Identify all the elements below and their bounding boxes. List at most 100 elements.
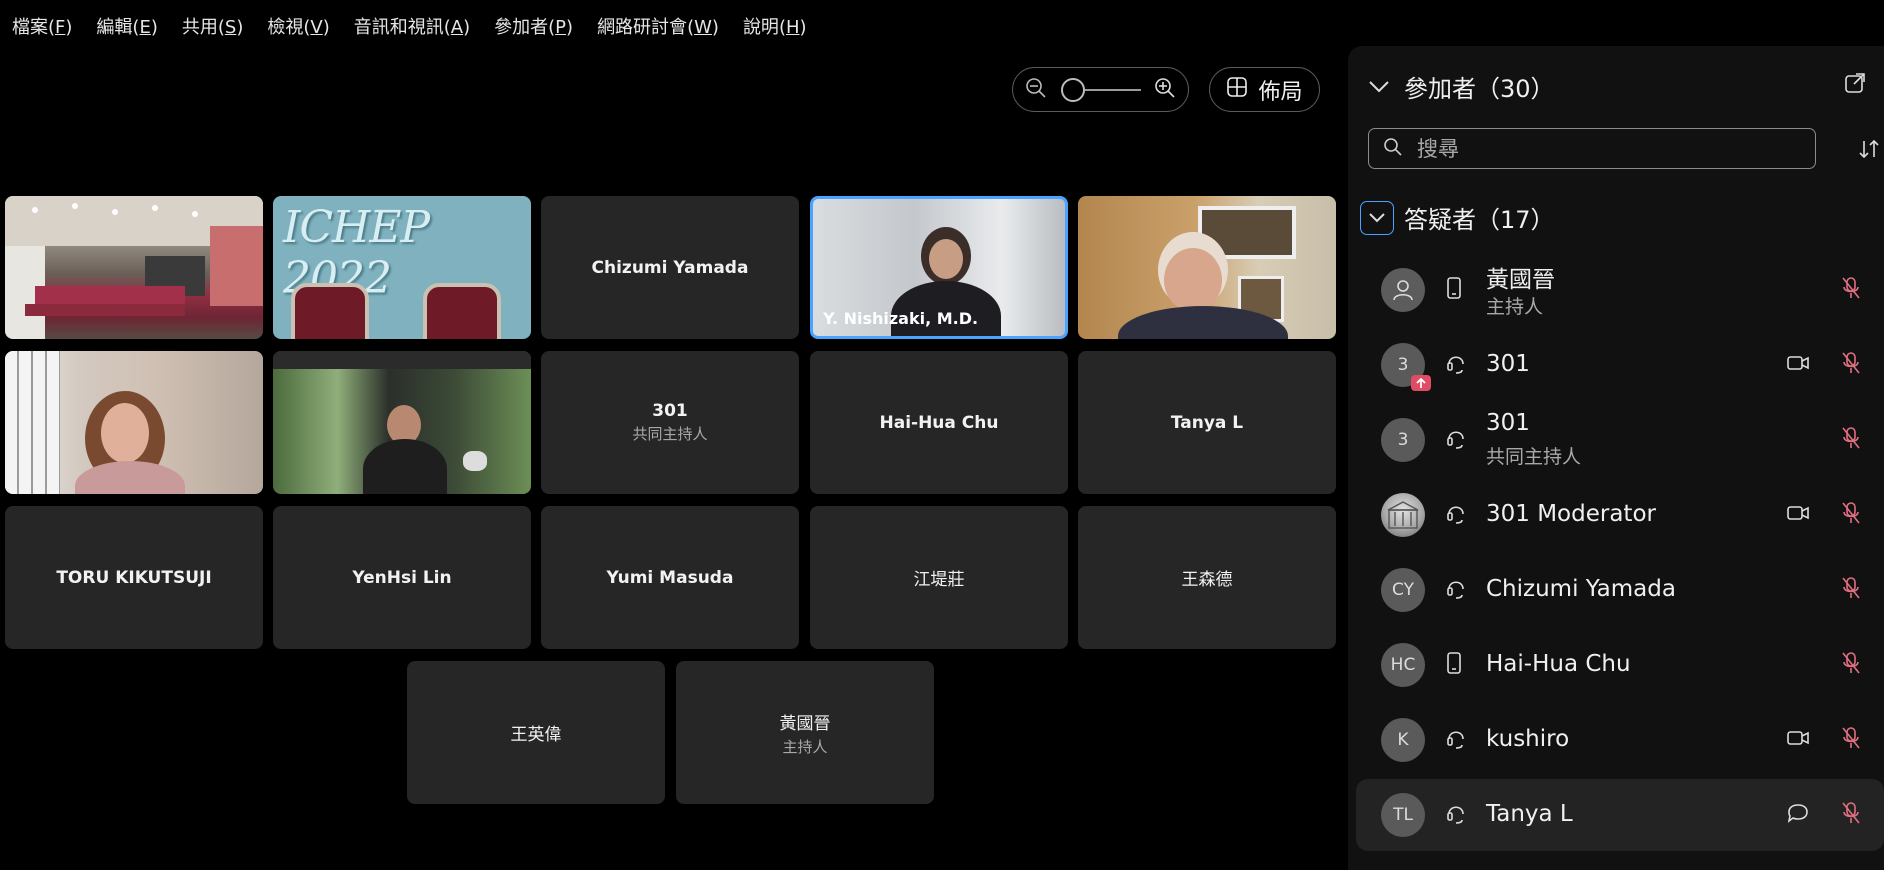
menu-webinar[interactable]: 網路研討會(W) bbox=[597, 13, 719, 39]
section-title: 答疑者（17） bbox=[1404, 206, 1555, 234]
video-tile-y-nishizaki[interactable]: Y. Nishizaki, M.D. bbox=[810, 196, 1068, 339]
participant-name: 301 Moderator bbox=[1486, 501, 1656, 527]
collapse-panel-chevron-icon[interactable] bbox=[1368, 72, 1390, 100]
participant-row[interactable]: CY Chizumi Yamada bbox=[1356, 554, 1884, 626]
video-tile-woman[interactable] bbox=[5, 351, 263, 494]
muted-mic-icon[interactable] bbox=[1840, 426, 1862, 454]
participant-role: 共同主持人 bbox=[1486, 446, 1582, 468]
tile-name: 王森德 bbox=[1181, 570, 1233, 590]
participant-tile-tanya-l[interactable]: Tanya L bbox=[1078, 351, 1336, 494]
participant-tile-yenhsi-lin[interactable]: YenHsi Lin bbox=[273, 506, 531, 649]
menu-audio-video[interactable]: 音訊和視訊(A) bbox=[354, 13, 470, 39]
participant-name: 301 bbox=[1486, 410, 1530, 436]
avatar: K bbox=[1381, 718, 1425, 762]
body bbox=[363, 439, 447, 494]
participant-row[interactable]: K kushiro bbox=[1356, 704, 1884, 776]
participant-name: 黃國晉 bbox=[1486, 267, 1555, 293]
layout-button[interactable]: 佈局 bbox=[1209, 67, 1320, 112]
avatar: CY bbox=[1381, 568, 1425, 612]
tile-name: Chizumi Yamada bbox=[591, 257, 749, 278]
participant-row[interactable]: HC Hai-Hua Chu bbox=[1356, 629, 1884, 701]
muted-mic-icon[interactable] bbox=[1840, 351, 1862, 379]
headset-icon bbox=[1446, 502, 1466, 528]
search-input[interactable] bbox=[1415, 135, 1799, 162]
tile-name: Tanya L bbox=[1170, 412, 1244, 433]
avatar-initials: 3 bbox=[1397, 430, 1409, 450]
participant-tile-hai-hua-chu[interactable]: Hai-Hua Chu bbox=[810, 351, 1068, 494]
avatar bbox=[1381, 268, 1425, 312]
chair bbox=[291, 283, 369, 339]
participant-tile-jiang-di-zhuang[interactable]: 江堤莊 bbox=[810, 506, 1068, 649]
tile-name: 王英偉 bbox=[510, 725, 562, 745]
video-tile-hall[interactable] bbox=[5, 196, 263, 339]
avatar-photo bbox=[1381, 493, 1425, 537]
participant-row[interactable]: 黃國晉 主持人 bbox=[1356, 254, 1884, 326]
avatar: 3 bbox=[1381, 418, 1425, 462]
menu-participants[interactable]: 參加者(P) bbox=[494, 13, 573, 39]
participant-tile-huang-guo-jin[interactable]: 黃國晉 主持人 bbox=[676, 661, 934, 804]
participant-tile-toru-kikutsuji[interactable]: TORU KIKUTSUJI bbox=[5, 506, 263, 649]
menu-share[interactable]: 共用(S) bbox=[182, 13, 244, 39]
avatar: HC bbox=[1381, 643, 1425, 687]
menu-help[interactable]: 說明(H) bbox=[743, 13, 807, 39]
participant-tile-yumi-masuda[interactable]: Yumi Masuda bbox=[541, 506, 799, 649]
participant-name: Hai-Hua Chu bbox=[1486, 651, 1631, 677]
pop-out-icon[interactable] bbox=[1844, 72, 1866, 100]
headset-icon bbox=[1446, 427, 1466, 453]
participant-tile-301[interactable]: 301 共同主持人 bbox=[541, 351, 799, 494]
chat-icon[interactable] bbox=[1786, 802, 1810, 828]
muted-mic-icon[interactable] bbox=[1840, 801, 1862, 829]
avatar-initials: K bbox=[1397, 730, 1409, 750]
tile-name: TORU KIKUTSUJI bbox=[56, 567, 212, 588]
zoom-out-icon[interactable] bbox=[1025, 77, 1047, 103]
muted-mic-icon[interactable] bbox=[1840, 726, 1862, 754]
upload-badge-icon bbox=[1411, 375, 1431, 391]
zoom-slider[interactable] bbox=[1060, 77, 1141, 102]
panel-header: 參加者（30） bbox=[1368, 66, 1884, 106]
face bbox=[1164, 248, 1222, 312]
video-camera-icon[interactable] bbox=[1786, 504, 1810, 526]
participant-tile-wang-ying-wei[interactable]: 王英偉 bbox=[407, 661, 665, 804]
tile-role: 共同主持人 bbox=[632, 425, 708, 443]
participant-row[interactable]: TL Tanya L bbox=[1356, 779, 1884, 851]
zoom-slider-knob[interactable] bbox=[1060, 77, 1085, 102]
participant-row[interactable]: 301 Moderator bbox=[1356, 479, 1884, 551]
tile-name: 301 bbox=[652, 401, 688, 421]
zoom-in-icon[interactable] bbox=[1154, 77, 1176, 103]
sort-icon[interactable] bbox=[1858, 138, 1880, 164]
participant-name: kushiro bbox=[1486, 726, 1570, 752]
video-camera-icon[interactable] bbox=[1786, 729, 1810, 751]
tile-name: Hai-Hua Chu bbox=[879, 412, 999, 433]
chair bbox=[423, 283, 501, 339]
muted-mic-icon[interactable] bbox=[1840, 576, 1862, 604]
avatar: 3 bbox=[1381, 343, 1431, 391]
participant-row[interactable]: 3 301 共同主持人 bbox=[1356, 404, 1884, 476]
panelists-section-header[interactable]: 答疑者（17） bbox=[1360, 200, 1555, 235]
search-box bbox=[1368, 128, 1816, 169]
muted-mic-icon[interactable] bbox=[1840, 651, 1862, 679]
flowers bbox=[463, 451, 487, 471]
headset-icon bbox=[1446, 802, 1466, 828]
zoom-control bbox=[1012, 67, 1189, 112]
participant-tile-wang-sen-de[interactable]: 王森德 bbox=[1078, 506, 1336, 649]
muted-mic-icon[interactable] bbox=[1840, 501, 1862, 529]
person-icon bbox=[1393, 280, 1413, 301]
tile-name: 江堤莊 bbox=[913, 570, 965, 590]
muted-mic-icon[interactable] bbox=[1840, 276, 1862, 304]
search-icon bbox=[1383, 137, 1403, 161]
participant-name: 301 bbox=[1486, 351, 1530, 377]
tile-name: YenHsi Lin bbox=[352, 567, 452, 588]
video-tile-ichep[interactable]: ICHEP 2022 bbox=[273, 196, 531, 339]
hall-scene bbox=[5, 196, 263, 339]
video-tile-elderly-man[interactable] bbox=[1078, 196, 1336, 339]
participant-tile-chizumi-yamada[interactable]: Chizumi Yamada bbox=[541, 196, 799, 339]
menu-view[interactable]: 檢視(V) bbox=[267, 13, 329, 39]
participant-name: Tanya L bbox=[1486, 801, 1573, 827]
video-camera-icon[interactable] bbox=[1786, 354, 1810, 376]
video-tile-garden-man[interactable] bbox=[273, 351, 531, 494]
menu-file[interactable]: 檔案(F) bbox=[12, 13, 72, 39]
participant-row[interactable]: 3 301 bbox=[1356, 329, 1884, 401]
menu-edit[interactable]: 編輯(E) bbox=[96, 13, 157, 39]
section-chevron-icon[interactable] bbox=[1360, 200, 1394, 235]
headset-icon bbox=[1446, 352, 1466, 378]
